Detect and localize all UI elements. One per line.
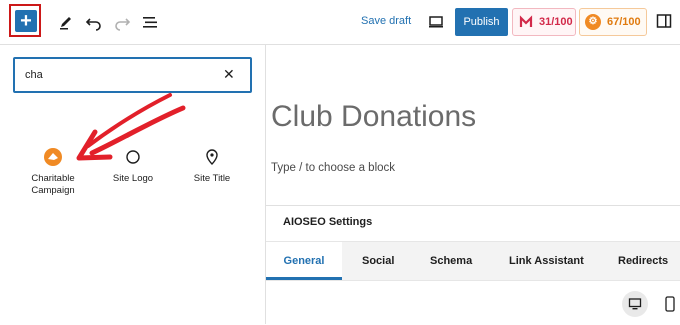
mobile-icon[interactable] [664, 296, 676, 312]
post-title[interactable]: Club Donations [271, 100, 476, 134]
map-pin-icon [206, 149, 218, 165]
list-view-icon[interactable] [140, 12, 160, 32]
aioseo-settings-title: AIOSEO Settings [283, 216, 373, 228]
aioseo-settings-panel: AIOSEO Settings General Social Schema Li… [266, 205, 680, 325]
undo-icon[interactable] [84, 12, 104, 32]
desktop-preview-icon[interactable] [428, 14, 444, 30]
tab-general[interactable]: General [266, 242, 342, 280]
aioseo-tabs: General Social Schema Link Assistant Red… [266, 241, 680, 281]
block-label: Site Title [193, 173, 231, 184]
desktop-preview-toggle[interactable] [622, 291, 648, 317]
tab-schema[interactable]: Schema [430, 242, 472, 280]
block-site-logo[interactable]: Site Logo [93, 145, 173, 185]
aioseo-gear-icon: ⚙ [585, 14, 601, 30]
redo-icon[interactable] [112, 12, 132, 32]
seo-score-button[interactable]: ⚙ 67/100 [579, 8, 647, 36]
block-inserter-panel: cha ✕ Charitable Campaign Site Logo Site… [0, 45, 266, 324]
block-appender-hint[interactable]: Type / to choose a block [271, 162, 395, 174]
block-search-input[interactable]: cha ✕ [13, 57, 252, 93]
tab-redirects[interactable]: Redirects [618, 242, 668, 280]
save-draft-button[interactable]: Save draft [361, 15, 411, 27]
sidebar-toggle-icon[interactable] [656, 13, 672, 29]
close-icon[interactable]: ✕ [223, 66, 235, 83]
search-value: cha [25, 69, 43, 81]
add-block-button[interactable]: + [15, 10, 37, 32]
highlight-box: + [9, 4, 41, 37]
block-label: Site Logo [112, 173, 154, 184]
desktop-icon [628, 298, 642, 310]
monsterinsights-logo-icon [519, 15, 533, 27]
site-logo-icon [126, 150, 140, 164]
block-charitable-campaign[interactable]: Charitable Campaign [13, 145, 93, 197]
block-label: Campaign [31, 185, 75, 196]
readability-score: 31/100 [539, 16, 573, 28]
pencil-icon[interactable] [56, 12, 76, 32]
block-label: Charitable [31, 173, 75, 184]
charitable-campaign-icon [44, 148, 62, 166]
tab-link-assistant[interactable]: Link Assistant [509, 242, 584, 280]
block-site-title[interactable]: Site Title [172, 145, 252, 185]
editor-toolbar: + Save draft Publish 31/100 ⚙ 67/100 [0, 0, 680, 45]
readability-score-button[interactable]: 31/100 [512, 8, 576, 36]
publish-button[interactable]: Publish [455, 8, 508, 36]
seo-score: 67/100 [607, 16, 641, 28]
tab-social[interactable]: Social [362, 242, 394, 280]
plus-icon: + [20, 10, 32, 32]
editor-canvas: Club Donations Type / to choose a block … [266, 45, 680, 325]
